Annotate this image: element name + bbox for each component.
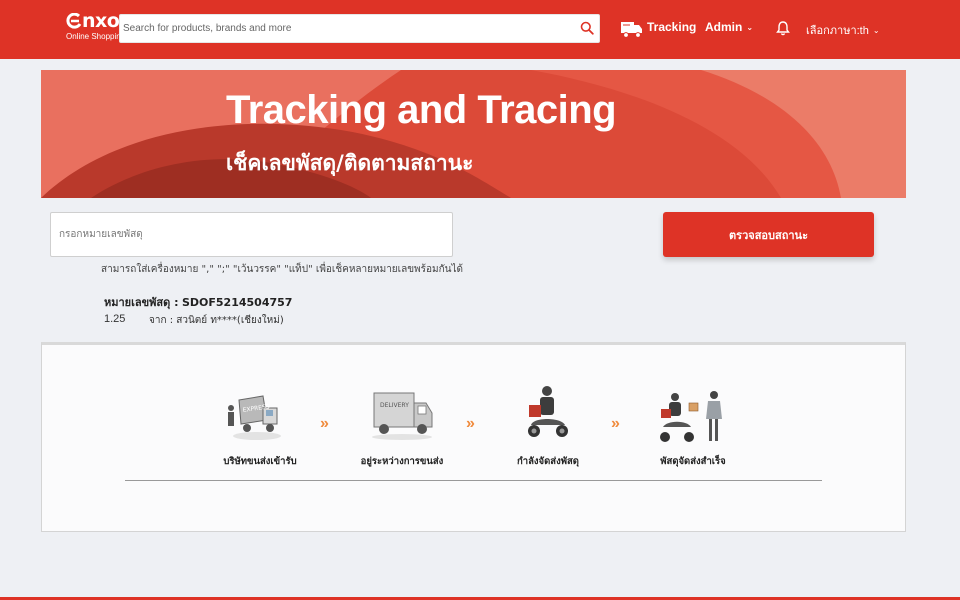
tracking-number-field xyxy=(50,212,453,257)
steps-divider xyxy=(125,480,822,481)
delivery-truck-icon: DELIVERY xyxy=(372,392,433,440)
search-icon[interactable] xyxy=(580,21,594,35)
search-bar xyxy=(119,14,600,43)
tracking-number-input[interactable] xyxy=(59,213,449,256)
truck-icon[interactable] xyxy=(621,19,643,39)
step-label-out-for-delivery: กำลังจัดส่งพัสดุ xyxy=(517,456,579,467)
admin-menu[interactable]: Admin ⌄ xyxy=(705,20,753,34)
banner-subtitle: เช็คเลขพัสดุ/ติดตามสถานะ xyxy=(226,151,474,175)
logo-mark-icon xyxy=(66,12,82,29)
top-navbar: nxon Online Shopping Tracking Admin⌄ เลื… xyxy=(0,0,960,59)
tracking-number-value: SDOF5214504757 xyxy=(181,296,293,309)
step-label-picked-up: บริษัทขนส่งเข้ารับ xyxy=(223,456,297,467)
bell-icon[interactable] xyxy=(776,20,790,36)
tracking-result-time: 1.25 xyxy=(104,313,126,325)
banner-title: Tracking and Tracing xyxy=(226,88,617,132)
step-arrow-2: » xyxy=(466,415,475,432)
svg-text:DELIVERY: DELIVERY xyxy=(380,402,409,409)
admin-label: Admin xyxy=(705,20,743,34)
language-selector[interactable]: เลือกภาษา:th ⌄ xyxy=(806,21,880,39)
language-label: เลือกภาษา:th xyxy=(806,25,869,37)
express-truck-icon: EXPRESS xyxy=(228,395,281,440)
search-input[interactable] xyxy=(123,15,573,42)
step-label-in-transit: อยู่ระหว่างการขนส่ง xyxy=(360,456,444,467)
parcel-handover-icon xyxy=(660,391,722,442)
input-hint-text: สามารถใส่เครื่องหมาย "," ";" "เว้นวรรค" … xyxy=(101,264,464,275)
chevron-down-icon: ⌄ xyxy=(872,26,880,35)
step-arrow-1: » xyxy=(320,415,329,432)
chevron-down-icon: ⌄ xyxy=(746,23,754,32)
tracking-result-origin: จาก : สวนิตย์ ท****(เชียงใหม่) xyxy=(149,315,284,326)
scooter-rider-icon xyxy=(528,386,568,437)
tracking-status-panel: EXPRESS บริษัทขนส่งเข้ารับ » DELIVERY อย… xyxy=(41,342,906,532)
step-label-delivered: พัสดุจัดส่งสำเร็จ xyxy=(660,456,726,467)
tracking-number-label: หมายเลขพัสดุ : xyxy=(104,296,179,309)
hero-banner: Tracking and Tracing เช็คเลขพัสดุ/ติดตาม… xyxy=(41,70,906,198)
nav-tracking-link[interactable]: Tracking xyxy=(647,20,696,34)
tracking-result-number: หมายเลขพัสดุ : SDOF5214504757 xyxy=(104,293,292,311)
step-arrow-3: » xyxy=(611,415,620,432)
check-status-button[interactable]: ตรวจสอบสถานะ xyxy=(663,212,874,257)
